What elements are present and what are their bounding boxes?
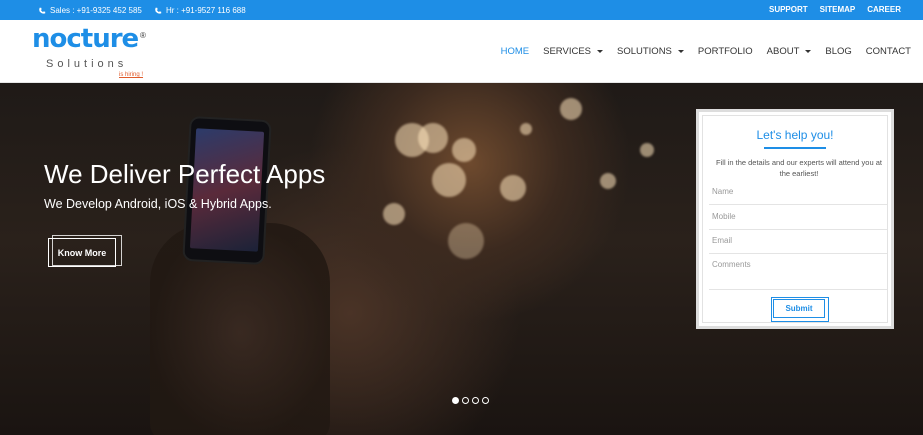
nav-blog-label: BLOG xyxy=(825,46,852,57)
hr-contact[interactable]: Hr : +91-9527 116 688 xyxy=(154,6,246,15)
form-title-underline xyxy=(764,147,826,149)
nav-home[interactable]: HOME xyxy=(501,46,530,57)
registered-mark: ® xyxy=(140,31,146,40)
hero-title: We Deliver Perfect Apps xyxy=(44,159,326,189)
comments-field[interactable]: Comments xyxy=(709,260,887,290)
support-link[interactable]: SUPPORT xyxy=(769,5,808,14)
caret-down-icon xyxy=(677,50,684,53)
bokeh-light xyxy=(448,223,484,259)
nav-solutions-label: SOLUTIONS xyxy=(617,46,672,57)
mobile-field[interactable]: Mobile xyxy=(709,212,887,230)
bokeh-light xyxy=(418,123,448,153)
main-nav: HOME SERVICES SOLUTIONS PORTFOLIO ABOUT … xyxy=(501,46,911,57)
career-link[interactable]: CAREER xyxy=(867,5,901,14)
slide-dot-1[interactable] xyxy=(452,397,459,404)
submit-button[interactable]: Submit xyxy=(771,297,829,322)
nav-portfolio-label: PORTFOLIO xyxy=(697,46,753,57)
know-more-button[interactable]: Know More xyxy=(48,235,122,267)
top-links: SUPPORT SITEMAP CAREER xyxy=(769,5,901,14)
nav-contact-label: CONTACT xyxy=(865,46,911,57)
sitemap-link[interactable]: SITEMAP xyxy=(820,5,856,14)
nav-portfolio[interactable]: PORTFOLIO xyxy=(698,46,753,57)
sales-contact[interactable]: Sales : +91-9325 452 585 xyxy=(38,6,142,15)
nav-blog[interactable]: BLOG xyxy=(825,46,851,57)
enquiry-form: Let's help you! Fill in the details and … xyxy=(696,109,894,329)
slide-dot-2[interactable] xyxy=(462,397,469,404)
phone-icon xyxy=(155,7,162,14)
logo[interactable]: nocture ® Solutions is hiring ! xyxy=(32,24,162,83)
nav-services-label: SERVICES xyxy=(543,46,591,57)
nav-contact[interactable]: CONTACT xyxy=(866,46,911,57)
nav-home-label: HOME xyxy=(500,46,530,57)
logo-subtitle: Solutions xyxy=(46,58,128,70)
bokeh-light xyxy=(600,173,616,189)
phone-icon xyxy=(39,7,46,14)
bokeh-light xyxy=(640,143,654,157)
nav-solutions[interactable]: SOLUTIONS xyxy=(617,46,684,57)
bokeh-light xyxy=(500,175,526,201)
hr-number: Hr : +91-9527 116 688 xyxy=(166,6,246,15)
bokeh-light xyxy=(432,163,466,197)
hero-subtitle: We Develop Android, iOS & Hybrid Apps. xyxy=(44,197,272,211)
nav-services[interactable]: SERVICES xyxy=(543,46,603,57)
caret-down-icon xyxy=(597,50,603,53)
phone-screen xyxy=(189,128,265,252)
slide-dot-4[interactable] xyxy=(482,397,489,404)
top-bar: Sales : +91-9325 452 585 Hr : +91-9527 1… xyxy=(0,0,923,20)
hiring-link[interactable]: is hiring ! xyxy=(119,72,143,78)
bokeh-light xyxy=(452,138,476,162)
caret-down-icon xyxy=(805,50,812,53)
slide-dot-3[interactable] xyxy=(472,397,479,404)
nav-about-label: ABOUT xyxy=(766,46,800,57)
bokeh-light xyxy=(383,203,405,225)
form-title: Let's help you! xyxy=(756,128,834,142)
site-header: nocture ® Solutions is hiring ! HOME SER… xyxy=(0,20,923,83)
name-field[interactable]: Name xyxy=(709,187,887,205)
form-description: Fill in the details and our experts will… xyxy=(716,158,882,178)
email-field[interactable]: Email xyxy=(709,236,887,254)
sales-number: Sales : +91-9325 452 585 xyxy=(50,6,142,15)
logo-wordmark: nocture xyxy=(32,24,139,54)
bokeh-light xyxy=(520,123,532,135)
phone-image xyxy=(182,115,272,266)
bokeh-light xyxy=(560,98,582,120)
nav-about[interactable]: ABOUT xyxy=(767,46,812,57)
form-frame: Let's help you! Fill in the details and … xyxy=(702,115,888,323)
slider-dots xyxy=(452,397,489,404)
